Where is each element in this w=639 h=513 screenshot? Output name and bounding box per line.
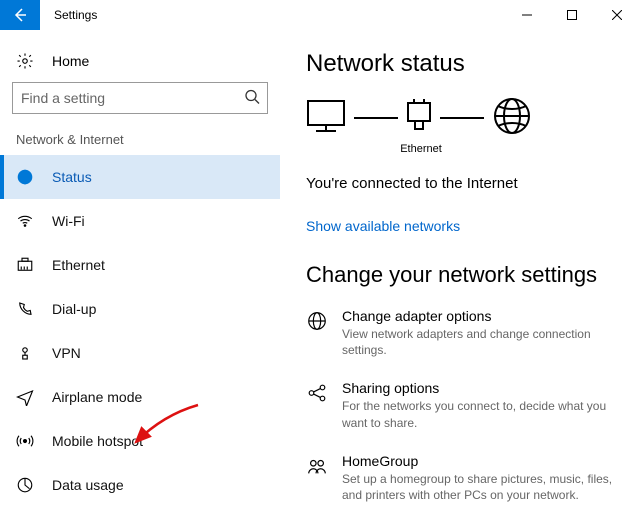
phone-icon	[16, 300, 34, 318]
homegroup-icon	[306, 455, 328, 477]
setting-desc: For the networks you connect to, decide …	[342, 398, 619, 430]
close-button[interactable]	[594, 0, 639, 30]
sharing-icon	[306, 382, 328, 404]
ethernet-icon	[16, 256, 34, 274]
globe-icon	[492, 96, 532, 139]
sidebar-item-label: Dial-up	[52, 301, 96, 317]
sidebar-item-label: Ethernet	[52, 257, 105, 273]
sidebar-item-label: Mobile hotspot	[52, 433, 143, 449]
show-networks-link[interactable]: Show available networks	[306, 218, 619, 234]
sidebar-item-hotspot[interactable]: Mobile hotspot	[0, 419, 280, 463]
search-icon	[244, 89, 260, 108]
wifi-icon	[16, 212, 34, 230]
adapter-icon	[306, 310, 328, 332]
computer-icon	[306, 99, 346, 136]
sidebar-item-label: Wi-Fi	[52, 213, 85, 229]
home-button[interactable]: Home	[0, 46, 280, 82]
back-button[interactable]	[0, 0, 40, 30]
minimize-button[interactable]	[504, 0, 549, 30]
sidebar-item-label: Data usage	[52, 477, 124, 493]
setting-title: HomeGroup	[342, 453, 619, 469]
sidebar-item-label: Airplane mode	[52, 389, 142, 405]
setting-sharing-options[interactable]: Sharing options For the networks you con…	[306, 380, 619, 430]
maximize-button[interactable]	[549, 0, 594, 30]
data-usage-icon	[16, 476, 34, 494]
status-text: You're connected to the Internet	[306, 175, 619, 192]
change-settings-heading: Change your network settings	[306, 262, 619, 288]
diagram-label: Ethernet	[308, 143, 534, 155]
sidebar: Home Network & Internet Status Wi-Fi Eth…	[0, 30, 280, 513]
airplane-icon	[16, 388, 34, 406]
globe-icon	[16, 168, 34, 186]
hotspot-icon	[16, 432, 34, 450]
sidebar-item-ethernet[interactable]: Ethernet	[0, 243, 280, 287]
sidebar-item-label: VPN	[52, 345, 81, 361]
setting-desc: Set up a homegroup to share pictures, mu…	[342, 471, 619, 503]
search-input[interactable]	[12, 82, 268, 114]
window-title: Settings	[54, 8, 97, 22]
network-diagram	[306, 96, 619, 139]
sidebar-item-vpn[interactable]: VPN	[0, 331, 280, 375]
router-icon	[406, 99, 432, 136]
home-label: Home	[52, 53, 89, 69]
gear-icon	[16, 52, 34, 70]
sidebar-item-airplane[interactable]: Airplane mode	[0, 375, 280, 419]
setting-adapter-options[interactable]: Change adapter options View network adap…	[306, 308, 619, 358]
page-title: Network status	[306, 50, 619, 78]
category-title: Network & Internet	[0, 132, 280, 155]
setting-title: Sharing options	[342, 380, 619, 396]
main-content: Network status Ethernet You're connected…	[280, 30, 639, 513]
sidebar-item-wifi[interactable]: Wi-Fi	[0, 199, 280, 243]
setting-homegroup[interactable]: HomeGroup Set up a homegroup to share pi…	[306, 453, 619, 503]
sidebar-item-dialup[interactable]: Dial-up	[0, 287, 280, 331]
titlebar: Settings	[0, 0, 639, 30]
setting-title: Change adapter options	[342, 308, 619, 324]
sidebar-item-status[interactable]: Status	[0, 155, 280, 199]
sidebar-item-data-usage[interactable]: Data usage	[0, 463, 280, 507]
vpn-icon	[16, 344, 34, 362]
setting-desc: View network adapters and change connect…	[342, 326, 619, 358]
sidebar-item-label: Status	[52, 169, 92, 185]
